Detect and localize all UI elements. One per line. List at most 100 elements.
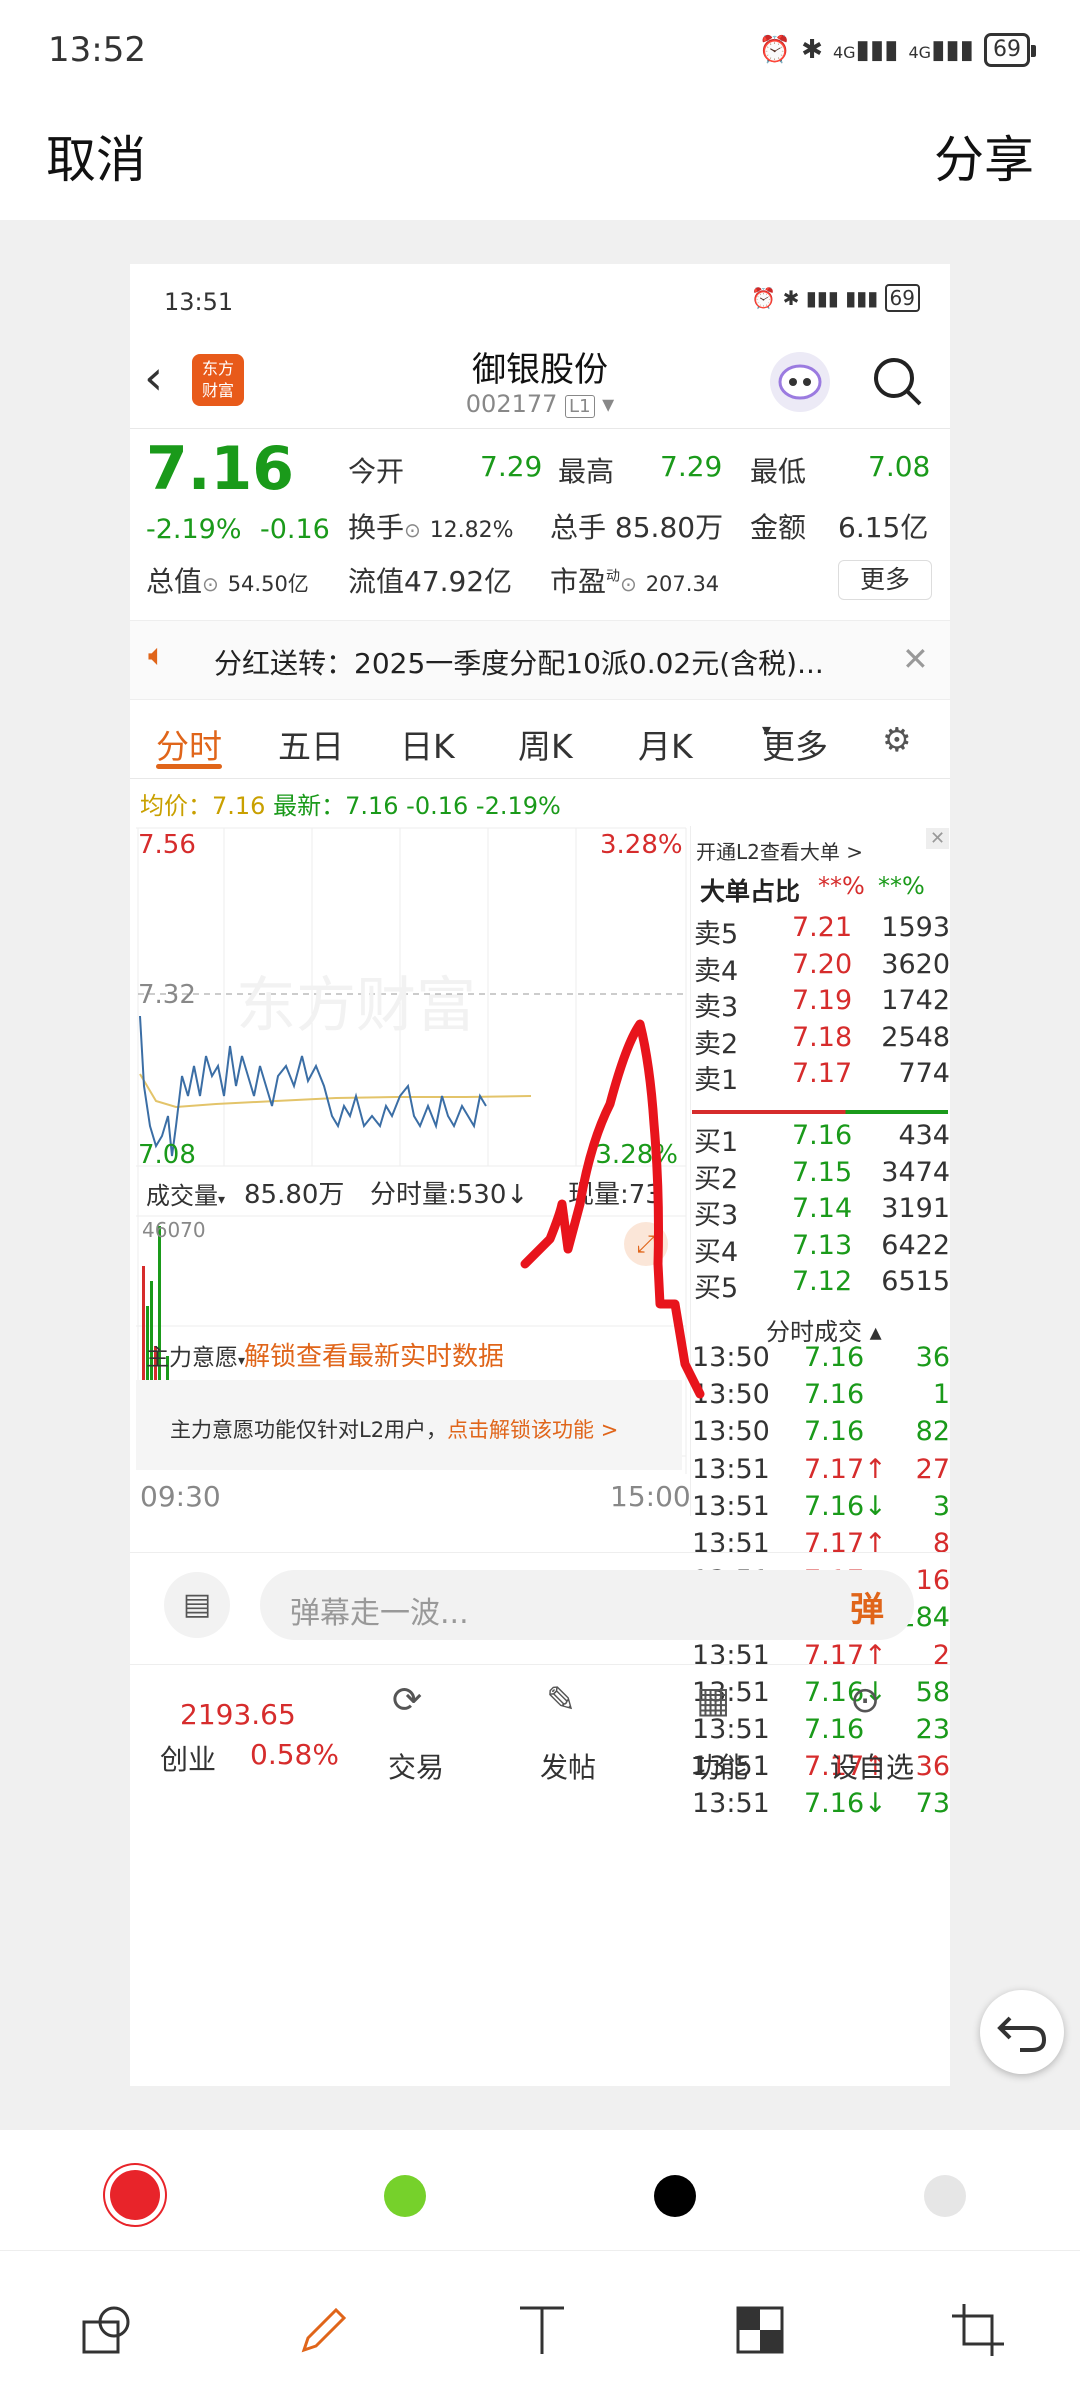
trade-volume: 8: [932, 1528, 950, 1559]
divider: [0, 2250, 1080, 2251]
more-quote-button[interactable]: 更多: [838, 560, 932, 600]
color-black[interactable]: [654, 2175, 696, 2217]
shape-tool-icon[interactable]: [78, 2300, 138, 2360]
trade-time: 13:51: [692, 1528, 770, 1559]
book-row: 13:51 7.17 ↑ 8: [692, 1528, 950, 1564]
tab-weekly[interactable]: 周K: [518, 720, 573, 768]
expand-icon[interactable]: ⤢: [624, 1222, 668, 1266]
book-row: 卖5 7.21 1593: [692, 912, 950, 950]
trade-volume: 36: [915, 1342, 950, 1373]
settings-icon[interactable]: ⚙: [882, 720, 912, 759]
trade-direction: ↑: [864, 1453, 887, 1485]
bid-volume: 434: [898, 1120, 950, 1151]
period-tabs: 分时 五日 日K 周K 月K 更多 ▾ ⚙: [156, 720, 912, 768]
main-force-selector[interactable]: 主力意愿▾: [146, 1338, 245, 1372]
undo-button[interactable]: [980, 1990, 1064, 2074]
unlock-link[interactable]: 解锁查看最新实时数据: [244, 1336, 504, 1373]
ask-label: 卖4: [694, 955, 739, 987]
book-row: 13:51 7.16 ↓ 73: [692, 1788, 950, 1824]
trades-header: 分时成交 ▴: [766, 1318, 882, 1346]
unlock-feature-link[interactable]: 点击解锁该功能 >: [447, 1418, 618, 1442]
chart-bottom-price: 7.08: [138, 1140, 196, 1170]
trade-price: 7.17: [804, 1453, 865, 1485]
ask-volume: 3620: [881, 948, 950, 980]
bid-price: 7.13: [792, 1229, 853, 1261]
signal-icon-2: 4G▮▮▮: [908, 35, 974, 65]
index-value[interactable]: 2193.65: [180, 1698, 296, 1731]
index-pct[interactable]: 0.58%: [250, 1738, 339, 1771]
book-row: 买5 7.12 6515: [692, 1266, 950, 1304]
ask-price: 7.21: [792, 912, 853, 943]
cancel-button[interactable]: 取消: [46, 120, 146, 192]
volume-selector[interactable]: 成交量▾: [146, 1176, 225, 1211]
trade-volume: 2: [932, 1639, 950, 1671]
pen-tool-icon[interactable]: [294, 2300, 354, 2360]
nav-trade[interactable]: 交易: [388, 1746, 444, 1786]
tab-5day[interactable]: 五日: [278, 720, 344, 768]
ask-label: 卖2: [694, 1028, 739, 1060]
trade-direction: ↓: [864, 1788, 887, 1820]
trade-price: 7.16: [804, 1788, 865, 1820]
danmaku-send-button[interactable]: 弹: [850, 1582, 884, 1631]
book-row: 13:50 7.16 82: [692, 1416, 950, 1452]
editor-toolbar: [0, 2130, 1080, 2400]
book-row: 买1 7.16 434: [692, 1120, 950, 1158]
color-light[interactable]: [924, 2175, 966, 2217]
index-name[interactable]: 创业: [160, 1738, 216, 1778]
share-button[interactable]: 分享: [934, 120, 1034, 192]
book-row: 卖1 7.17 774: [692, 1058, 950, 1096]
nav-post[interactable]: 发帖: [540, 1746, 596, 1786]
bid-volume: 6422: [881, 1229, 950, 1261]
tab-monthly[interactable]: 月K: [638, 720, 693, 768]
divider: [130, 428, 950, 429]
trade-price: 7.16: [804, 1416, 865, 1448]
function-icon[interactable]: ▦: [696, 1680, 730, 1721]
editor-top-bar: 取消 分享: [0, 100, 1080, 220]
assistant-avatar[interactable]: [770, 352, 830, 412]
axis-start: 09:30: [140, 1480, 221, 1513]
trade-volume: 16: [915, 1565, 950, 1597]
trade-price: 7.17: [804, 1528, 865, 1559]
ask-label: 卖1: [694, 1065, 739, 1096]
nav-watchlist[interactable]: 设自选: [830, 1746, 914, 1786]
close-l2-icon[interactable]: ✕: [926, 828, 950, 849]
book-row: 13:50 7.16 1: [692, 1379, 950, 1415]
danmaku-settings-icon[interactable]: ▤: [164, 1572, 230, 1638]
tab-intraday[interactable]: 分时: [156, 720, 222, 768]
trade-volume: 58: [915, 1676, 950, 1708]
big-order-b: **%: [878, 872, 925, 900]
main-force-desc: 主力意愿功能仅针对L2用户，点击解锁该功能 >: [170, 1418, 619, 1442]
color-green[interactable]: [384, 2175, 426, 2217]
big-order-a: **%: [818, 872, 865, 900]
close-notice-icon[interactable]: ✕: [902, 640, 929, 678]
pct-change: -2.19%: [146, 514, 242, 545]
trade-time: 13:51: [692, 1639, 770, 1671]
turnover-row: 换手⊙ 12.82%: [348, 511, 514, 544]
trade-volume: 36: [915, 1751, 950, 1783]
bid-label: 买4: [694, 1236, 739, 1268]
bid-label: 买1: [694, 1127, 739, 1158]
big-order-label: 大单占比: [700, 877, 801, 906]
chart-top-pct: 3.28%: [600, 830, 683, 860]
low-value: 7.08: [868, 450, 931, 483]
nav-function[interactable]: 功能: [692, 1746, 748, 1786]
pe-row: 市盈动⊙ 207.34: [550, 565, 720, 598]
ask-price: 7.17: [792, 1058, 853, 1089]
trade-time: 13:50: [692, 1379, 770, 1411]
bluetooth-icon: ✱: [801, 35, 823, 65]
open-l2-link[interactable]: 开通L2查看大单 >: [696, 836, 863, 865]
text-tool-icon[interactable]: [512, 2300, 572, 2360]
post-icon[interactable]: ✎: [546, 1680, 576, 1721]
high-label: 最高: [558, 455, 615, 488]
inner-status-icons: ⏰ ✱ ▮▮▮ ▮▮▮ 69: [751, 284, 920, 312]
trade-icon[interactable]: ⟳: [392, 1680, 422, 1721]
mosaic-tool-icon[interactable]: [730, 2300, 790, 2360]
search-icon[interactable]: [870, 354, 926, 410]
color-red[interactable]: [110, 2170, 160, 2220]
tab-daily[interactable]: 日K: [400, 720, 455, 768]
crop-tool-icon[interactable]: [948, 2300, 1008, 2360]
signal-icon: 4G▮▮▮: [832, 35, 899, 65]
watchlist-icon[interactable]: ⊙: [850, 1680, 880, 1721]
active-tab-indicator: [156, 764, 222, 769]
book-row: 买2 7.15 3474: [692, 1157, 950, 1195]
